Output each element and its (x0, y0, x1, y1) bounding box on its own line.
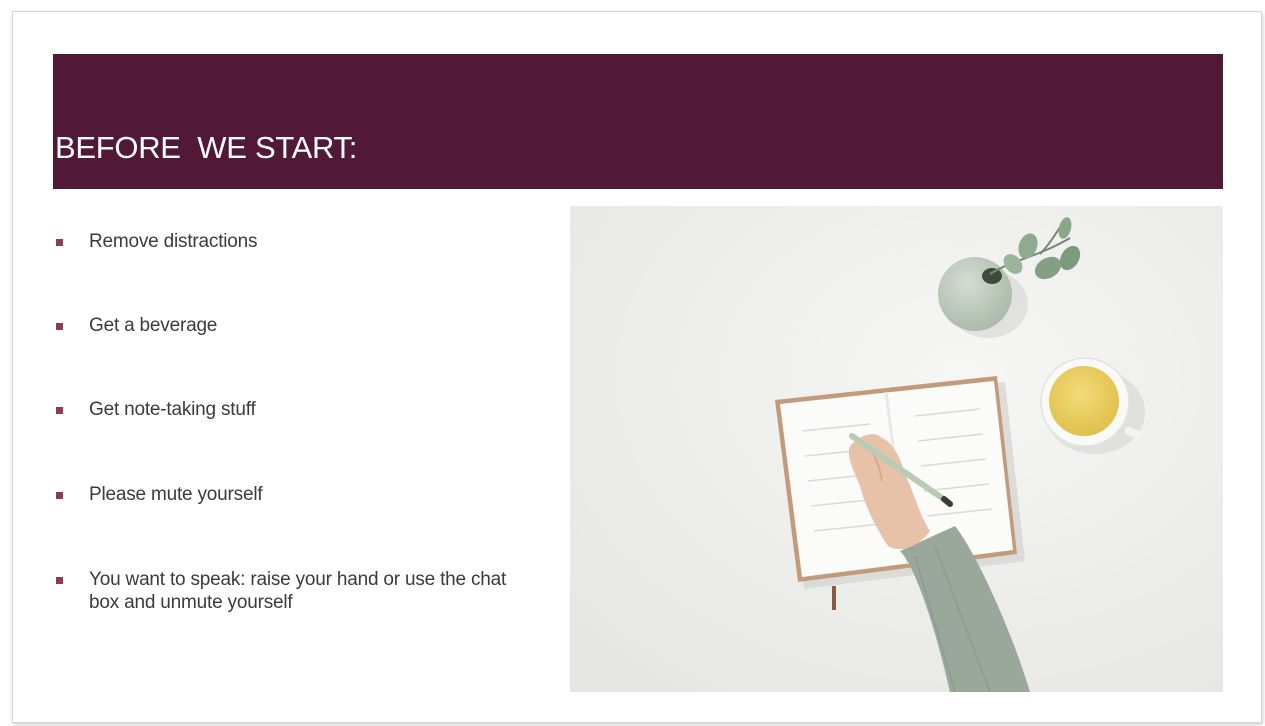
bullet-item: Get note-taking stuff (56, 398, 536, 421)
bullet-text: Please mute yourself (89, 484, 263, 505)
bullet-item: Remove distractions (56, 230, 536, 253)
square-bullet-icon (56, 239, 63, 246)
bullet-item: Please mute yourself (56, 483, 536, 506)
title-bar: BEFORE WE START: (53, 54, 1223, 189)
bullet-text: Remove distractions (89, 231, 258, 252)
slide: BEFORE WE START: Remove distractions Get… (12, 11, 1262, 723)
bullet-item: Get a beverage (56, 314, 536, 337)
bullet-text: You want to speak: raise your hand or us… (89, 569, 507, 613)
desk-photo-illustration (570, 206, 1223, 692)
slide-title: BEFORE WE START: (55, 130, 358, 165)
square-bullet-icon (56, 407, 63, 414)
bullet-text: Get note-taking stuff (89, 399, 256, 420)
square-bullet-icon (56, 323, 63, 330)
square-bullet-icon (56, 577, 63, 584)
bullet-item: You want to speak: raise your hand or us… (56, 568, 536, 614)
bullet-text: Get a beverage (89, 315, 218, 336)
desk-photo (570, 206, 1223, 692)
square-bullet-icon (56, 492, 63, 499)
